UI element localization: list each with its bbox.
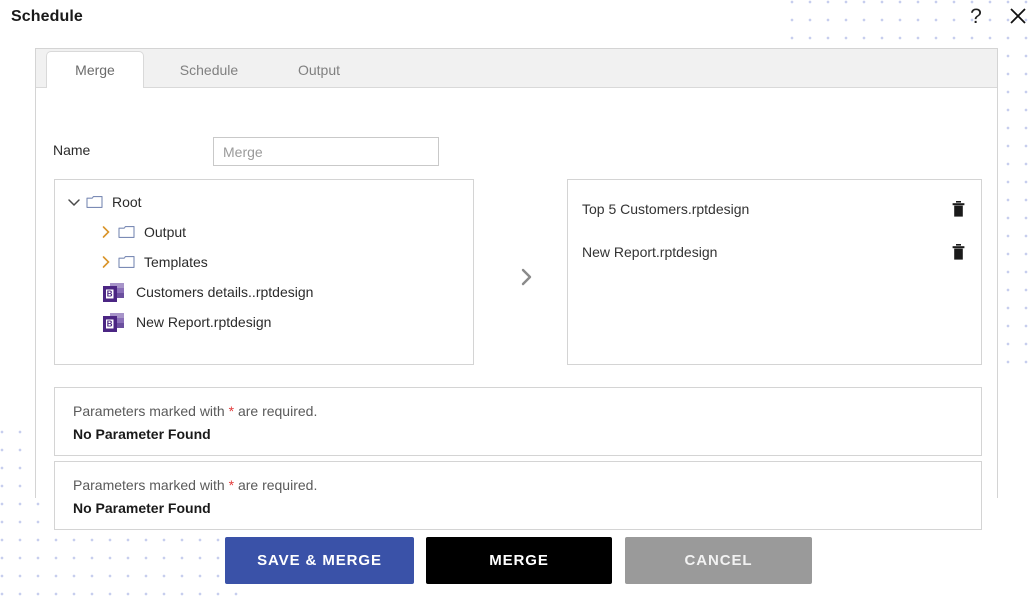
parameter-required-hint: Parameters marked with * are required. bbox=[73, 477, 317, 493]
cancel-button[interactable]: CANCEL bbox=[625, 537, 812, 584]
chevron-right-icon[interactable] bbox=[97, 253, 115, 271]
selected-report-name: Top 5 Customers.rptdesign bbox=[582, 200, 750, 217]
tree-row-templates[interactable]: Templates bbox=[55, 247, 473, 277]
transfer-right-button[interactable] bbox=[513, 266, 539, 292]
tree-label-new-report: New Report.rptdesign bbox=[136, 314, 272, 330]
selected-report-name: New Report.rptdesign bbox=[582, 243, 718, 260]
dialog-root: Schedule ? Merge Schedule Output Name Me… bbox=[0, 0, 1032, 603]
selected-reports-list: Top 5 Customers.rptdesign New Report.rpt… bbox=[567, 179, 982, 365]
tree-label-customers-details: Customers details..rptdesign bbox=[136, 284, 314, 300]
tree-row-customers-details[interactable]: B Customers details..rptdesign bbox=[55, 277, 473, 307]
parameter-panel-2: Parameters marked with * are required. N… bbox=[54, 461, 982, 530]
repository-tree[interactable]: Root Output Templates B Customers detail… bbox=[54, 179, 474, 365]
folder-icon bbox=[115, 223, 137, 241]
svg-text:B: B bbox=[107, 319, 113, 328]
merge-panel: Merge Schedule Output Name Merge Root Ou… bbox=[35, 48, 998, 530]
dialog-header: Schedule ? bbox=[0, 0, 1032, 37]
tree-row-new-report[interactable]: B New Report.rptdesign bbox=[55, 307, 473, 337]
parameter-hint-before: Parameters marked with bbox=[73, 477, 229, 493]
tab-merge[interactable]: Merge bbox=[46, 51, 144, 89]
tab-bar: Merge Schedule Output bbox=[36, 49, 997, 89]
parameter-hint-after: are required. bbox=[234, 477, 318, 493]
list-item[interactable]: Top 5 Customers.rptdesign bbox=[568, 187, 981, 230]
tree-label-root: Root bbox=[112, 194, 142, 210]
folder-icon bbox=[115, 253, 137, 271]
name-label: Name bbox=[53, 142, 91, 158]
tree-row-root[interactable]: Root bbox=[55, 187, 473, 217]
trash-icon[interactable] bbox=[949, 200, 967, 217]
parameter-hint-before: Parameters marked with bbox=[73, 403, 229, 419]
birt-report-icon: B bbox=[103, 282, 125, 302]
save-and-merge-button[interactable]: SAVE & MERGE bbox=[225, 537, 414, 584]
tree-row-output[interactable]: Output bbox=[55, 217, 473, 247]
chevron-right-icon[interactable] bbox=[97, 223, 115, 241]
page-title: Schedule bbox=[11, 8, 83, 25]
tree-label-output: Output bbox=[144, 224, 187, 240]
tab-schedule[interactable]: Schedule bbox=[156, 52, 262, 89]
merge-button[interactable]: MERGE bbox=[426, 537, 612, 584]
parameter-required-hint: Parameters marked with * are required. bbox=[73, 403, 317, 419]
parameter-status: No Parameter Found bbox=[73, 426, 211, 442]
svg-text:B: B bbox=[107, 289, 113, 298]
parameter-hint-after: are required. bbox=[234, 403, 318, 419]
parameter-panel-1: Parameters marked with * are required. N… bbox=[54, 387, 982, 456]
birt-report-icon: B bbox=[103, 312, 125, 332]
folder-icon bbox=[83, 193, 105, 211]
merge-form-body: Name Root bbox=[36, 88, 997, 530]
help-icon[interactable]: ? bbox=[965, 4, 987, 30]
chevron-right-icon bbox=[515, 266, 537, 293]
tab-output[interactable]: Output bbox=[274, 52, 364, 89]
parameter-status: No Parameter Found bbox=[73, 500, 211, 516]
tree-label-templates: Templates bbox=[144, 254, 208, 270]
chevron-down-icon[interactable] bbox=[65, 193, 83, 211]
list-item[interactable]: New Report.rptdesign bbox=[568, 230, 981, 273]
trash-icon[interactable] bbox=[949, 243, 967, 260]
name-input[interactable] bbox=[213, 137, 439, 166]
dialog-footer: SAVE & MERGE MERGE CANCEL bbox=[0, 537, 1032, 585]
close-icon[interactable] bbox=[1006, 4, 1030, 30]
